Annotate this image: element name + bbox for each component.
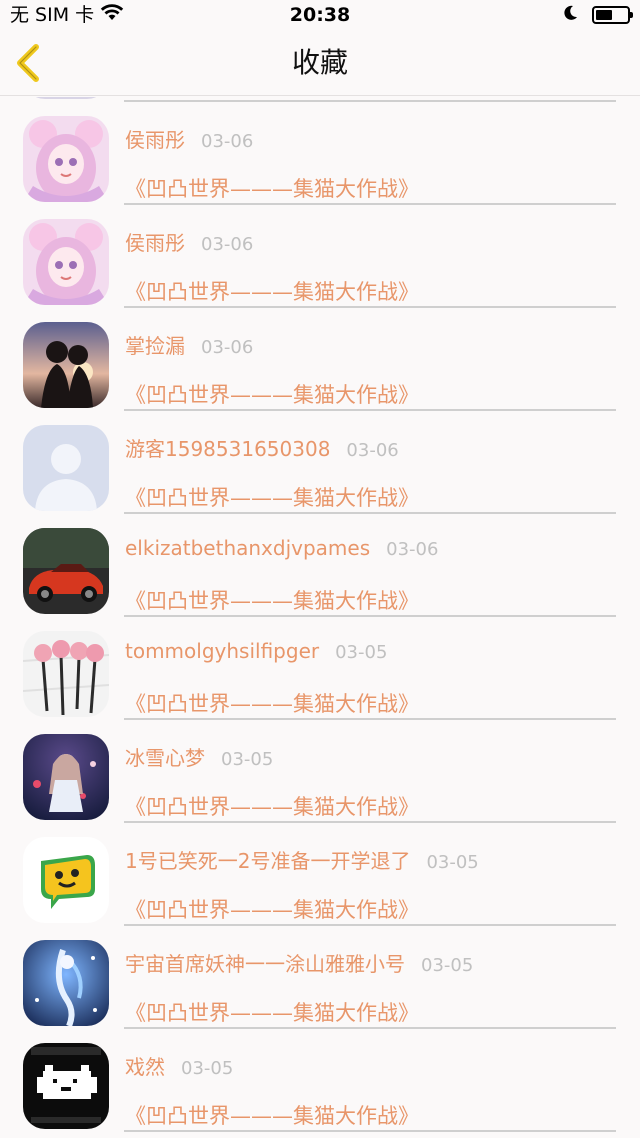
- night-girl-avatar[interactable]: [23, 734, 109, 820]
- item-author[interactable]: elkizatbethanxdjvpames 03-06: [125, 536, 438, 560]
- item-date: 03-05: [221, 749, 274, 770]
- list-item-8[interactable]: 1号已笑死一2号准备一开学退了 03-05 《凹凸世界———集猫大作战》: [0, 818, 640, 926]
- list-item-3[interactable]: 掌捡漏 03-06 《凹凸世界———集猫大作战》: [0, 303, 640, 411]
- list-item-10[interactable]: 戏然 03-05 《凹凸世界———集猫大作战》: [0, 1024, 640, 1132]
- item-date: 03-06: [346, 440, 399, 461]
- author-name[interactable]: 1号已笑死一2号准备一开学退了: [125, 849, 410, 873]
- item-title[interactable]: 《凹凸世界———集猫大作战》: [125, 585, 419, 615]
- item-date: 03-05: [181, 1058, 234, 1079]
- item-date: 03-05: [421, 955, 474, 976]
- author-name[interactable]: 游客1598531650308: [125, 437, 330, 461]
- author-name[interactable]: 冰雪心梦: [125, 746, 205, 770]
- author-name[interactable]: elkizatbethanxdjvpames: [125, 536, 370, 560]
- red-car-avatar[interactable]: [23, 528, 109, 614]
- item-author[interactable]: tommolgyhsilfipger 03-05: [125, 639, 387, 663]
- list-item-4[interactable]: 游客1598531650308 03-06 《凹凸世界———集猫大作战》: [0, 406, 640, 514]
- item-title[interactable]: 《凹凸世界———集猫大作战》: [125, 688, 419, 718]
- item-author[interactable]: 冰雪心梦 03-05: [125, 742, 273, 771]
- smiley-bubble-avatar[interactable]: [23, 837, 109, 923]
- item-title[interactable]: 《凹凸世界———集猫大作战》: [125, 997, 419, 1027]
- moon-icon: [564, 0, 578, 30]
- item-author[interactable]: 宇宙首席妖神一一涂山雅雅小号 03-05: [125, 948, 473, 977]
- item-author[interactable]: 掌捡漏 03-06: [125, 330, 253, 359]
- status-right: [564, 0, 633, 30]
- item-date: 03-06: [386, 539, 439, 560]
- author-name[interactable]: 侯雨彤: [125, 128, 185, 152]
- battery-icon: [592, 6, 633, 24]
- item-title[interactable]: 《凹凸世界———集猫大作战》: [125, 379, 419, 409]
- item-title[interactable]: 《凹凸世界———集猫大作战》: [125, 276, 419, 306]
- list-item-5[interactable]: elkizatbethanxdjvpames 03-06 《凹凸世界———集猫大作…: [0, 509, 640, 617]
- item-author[interactable]: 游客1598531650308 03-06: [125, 433, 399, 462]
- author-name[interactable]: 掌捡漏: [125, 334, 185, 358]
- author-name[interactable]: 戏然: [125, 1055, 165, 1079]
- list-item-1[interactable]: 侯雨彤 03-06 《凹凸世界———集猫大作战》: [0, 97, 640, 205]
- item-date: 03-06: [201, 131, 254, 152]
- roses-avatar[interactable]: [23, 631, 109, 717]
- author-name[interactable]: 宇宙首席妖神一一涂山雅雅小号: [125, 952, 405, 976]
- item-author[interactable]: 1号已笑死一2号准备一开学退了 03-05: [125, 845, 479, 874]
- nav-bar: 收藏: [0, 30, 640, 96]
- list-item-6[interactable]: tommolgyhsilfipger 03-05 《凹凸世界———集猫大作战》: [0, 612, 640, 720]
- list-item-2[interactable]: 侯雨彤 03-06 《凹凸世界———集猫大作战》: [0, 200, 640, 308]
- item-date: 03-06: [201, 234, 254, 255]
- blue-fantasy-avatar[interactable]: [23, 940, 109, 1026]
- favorites-list[interactable]: 侯雨彤 03-06 《凹凸世界———集猫大作战》 侯雨彤 03-06 《凹凸世界——…: [0, 97, 640, 1138]
- item-author[interactable]: 侯雨彤 03-06: [125, 227, 253, 256]
- item-title[interactable]: 《凹凸世界———集猫大作战》: [125, 1100, 419, 1130]
- anime-girl-avatar[interactable]: [23, 116, 109, 202]
- anime-girl-avatar[interactable]: [23, 219, 109, 305]
- item-author[interactable]: 戏然 03-05: [125, 1051, 233, 1080]
- author-name[interactable]: tommolgyhsilfipger: [125, 639, 319, 663]
- sunset-couple-avatar[interactable]: [23, 322, 109, 408]
- page-title: 收藏: [291, 46, 348, 79]
- item-author[interactable]: 侯雨彤 03-06: [125, 124, 253, 153]
- list-item-7[interactable]: 冰雪心梦 03-05 《凹凸世界———集猫大作战》: [0, 715, 640, 823]
- author-name[interactable]: 侯雨彤: [125, 231, 185, 255]
- item-title[interactable]: 《凹凸世界———集猫大作战》: [125, 791, 419, 821]
- status-time: 20:38: [289, 4, 351, 26]
- item-title[interactable]: 《凹凸世界———集猫大作战》: [125, 173, 419, 203]
- item-date: 03-06: [201, 337, 254, 358]
- pixel-dog-avatar[interactable]: [23, 1043, 109, 1129]
- item-title[interactable]: 《凹凸世界———集猫大作战》: [125, 482, 419, 512]
- item-title[interactable]: 《凹凸世界———集猫大作战》: [125, 894, 419, 924]
- default-user-avatar[interactable]: [23, 425, 109, 511]
- item-date: 03-05: [335, 642, 388, 663]
- status-bar: 无 SIM 卡 20:38: [0, 0, 640, 30]
- item-date: 03-05: [426, 852, 479, 873]
- divider: [124, 1130, 616, 1132]
- list-item-9[interactable]: 宇宙首席妖神一一涂山雅雅小号 03-05 《凹凸世界———集猫大作战》: [0, 921, 640, 1029]
